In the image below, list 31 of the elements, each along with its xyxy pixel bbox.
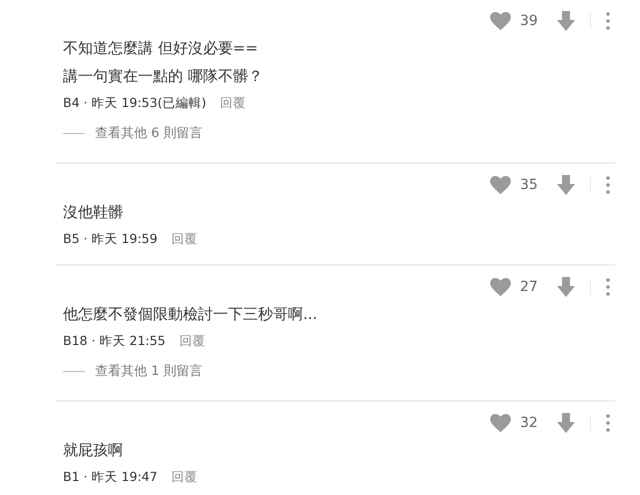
view-replies-link[interactable]: 查看其他 1 則留言 — [95, 362, 203, 380]
reply-link[interactable]: 回覆 — [171, 464, 198, 490]
download-arrow-icon[interactable] — [557, 175, 575, 195]
like-count: 39 — [520, 13, 539, 29]
reply-link[interactable]: 回覆 — [179, 328, 206, 354]
comment-meta: B18 · 昨天 21:55 — [63, 332, 166, 350]
like-count: 35 — [520, 177, 539, 193]
comment-meta: B4 · 昨天 19:53(已編輯) — [63, 94, 206, 112]
heart-icon[interactable] — [490, 414, 511, 432]
more-options-icon[interactable] — [606, 176, 610, 194]
heart-icon[interactable] — [490, 12, 511, 30]
download-arrow-icon[interactable] — [557, 277, 575, 297]
more-options-icon[interactable] — [606, 278, 610, 296]
comment-meta: B5 · 昨天 19:59 — [63, 230, 158, 248]
download-arrow-icon[interactable] — [557, 413, 575, 433]
reply-link[interactable]: 回覆 — [220, 90, 246, 116]
download-arrow-icon[interactable] — [557, 11, 575, 31]
like-count: 27 — [520, 279, 539, 295]
view-replies-link[interactable]: 查看其他 6 則留言 — [95, 124, 203, 142]
comment-text: 講一句實在一點的 哪隊不髒？ — [63, 66, 264, 87]
comment-meta: B1 · 昨天 19:47 — [63, 468, 158, 486]
more-options-icon[interactable] — [606, 414, 610, 432]
more-options-icon[interactable] — [606, 12, 610, 30]
comment-text: 他怎麼不發個限動檢討一下三秒哥啊... — [63, 304, 318, 325]
heart-icon[interactable] — [490, 278, 511, 296]
comment-text: 不知道怎麼講 但好沒必要== — [63, 38, 259, 59]
comment-text: 就屁孩啊 — [63, 440, 124, 461]
reply-link[interactable]: 回覆 — [171, 226, 198, 252]
heart-icon[interactable] — [490, 176, 511, 194]
like-count: 32 — [520, 415, 539, 431]
comment-text: 沒他鞋髒 — [63, 202, 124, 223]
